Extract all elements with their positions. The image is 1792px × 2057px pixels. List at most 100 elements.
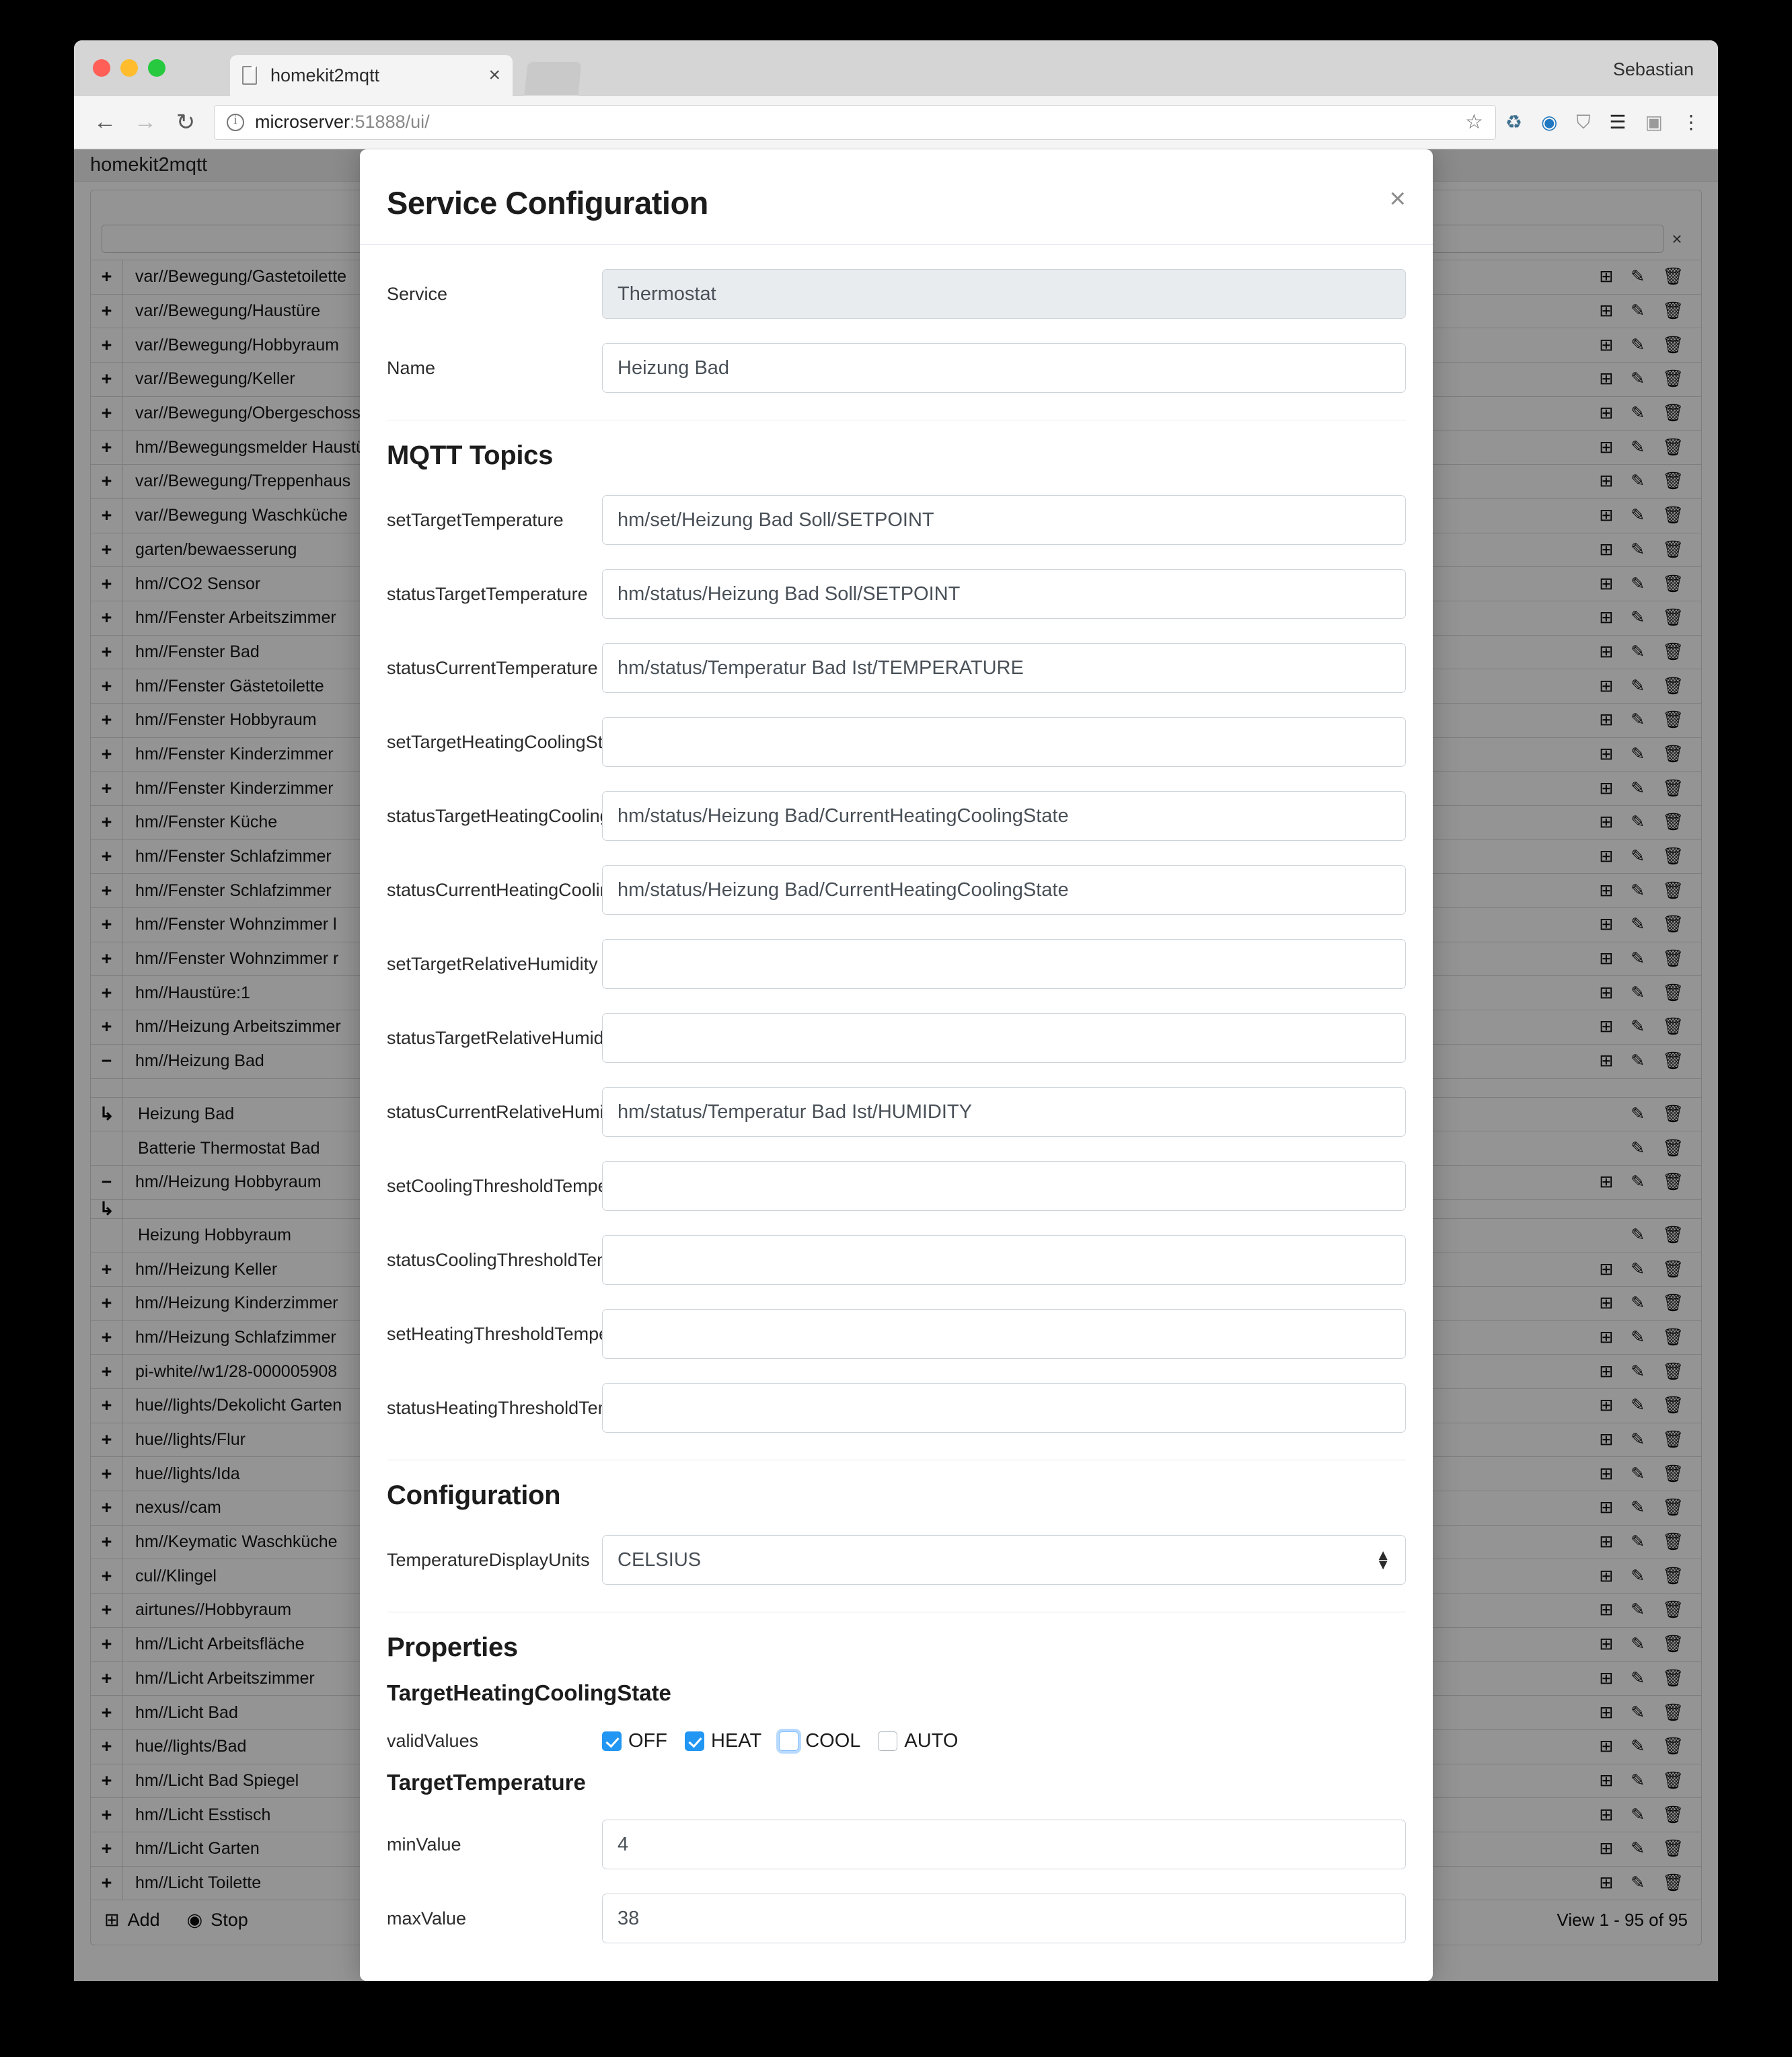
mqtt-topic-input[interactable]: [602, 791, 1406, 841]
mqtt-topic-input[interactable]: [602, 1161, 1406, 1211]
name-field-row: Name: [387, 343, 1406, 393]
mqtt-topic-label: statusTargetTemperature: [387, 583, 588, 604]
globe-icon[interactable]: ◉: [1541, 112, 1557, 132]
mqtt-topic-row: setTargetTemperature: [387, 495, 1406, 545]
modal-title: Service Configuration: [387, 185, 708, 221]
mqtt-topic-row: setCoolingThresholdTemperature: [387, 1161, 1406, 1211]
mqtt-topic-input[interactable]: [602, 717, 1406, 767]
site-info-icon[interactable]: [227, 113, 244, 131]
min-value-row: minValue: [387, 1820, 1406, 1869]
minimize-window-button[interactable]: [120, 59, 138, 77]
browser-window: homekit2mqtt × Sebastian ← → ↻ microserv…: [74, 40, 1718, 1981]
min-value-label: minValue: [387, 1834, 461, 1855]
mqtt-topic-label: setTargetTemperature: [387, 509, 564, 530]
checkbox-auto[interactable]: [878, 1731, 898, 1751]
mqtt-topic-row: statusHeatingThresholdTemperature: [387, 1383, 1406, 1433]
temperature-display-units-label: TemperatureDisplayUnits: [387, 1549, 590, 1570]
mqtt-topic-row: statusTargetHeatingCoolingState: [387, 791, 1406, 841]
mqtt-topic-label: setCoolingThresholdTemperature: [387, 1175, 656, 1196]
camera-icon[interactable]: ▣: [1645, 112, 1663, 132]
forward-icon[interactable]: →: [125, 102, 165, 143]
address-bar-url: microserver:51888/ui/: [255, 112, 430, 133]
shield-icon[interactable]: ⛉: [1576, 112, 1590, 132]
mqtt-topic-input[interactable]: [602, 1235, 1406, 1285]
service-label: Service: [387, 283, 448, 304]
checkbox-heat[interactable]: [685, 1731, 704, 1751]
url-host: microserver: [255, 112, 350, 132]
checkbox-label: COOL: [805, 1730, 861, 1752]
mqtt-topic-row: setHeatingThresholdTemperature: [387, 1309, 1406, 1359]
temperature-display-units-select[interactable]: CELSIUS ▲ ▼: [602, 1535, 1406, 1585]
profile-name[interactable]: Sebastian: [1613, 59, 1694, 80]
mqtt-topic-input[interactable]: [602, 1309, 1406, 1359]
new-tab-button[interactable]: [524, 62, 582, 96]
mqtt-topic-input[interactable]: [602, 865, 1406, 915]
mqtt-topic-row: setTargetHeatingCoolingState: [387, 717, 1406, 767]
address-bar[interactable]: microserver:51888/ui/ ☆: [214, 104, 1496, 140]
tab-title: homekit2mqtt: [270, 65, 380, 85]
recycle-icon[interactable]: ♻: [1505, 112, 1522, 132]
valid-values-checkbox-group: OFF HEAT COOL AUTO: [602, 1730, 1406, 1752]
mqtt-topic-label: setTargetHeatingCoolingState: [387, 731, 628, 752]
maximize-window-button[interactable]: [148, 59, 165, 77]
hamburger-menu-icon[interactable]: ☰: [1609, 112, 1626, 132]
chevron-updown-icon: ▲ ▼: [1376, 1546, 1390, 1573]
mqtt-topic-input[interactable]: [602, 1087, 1406, 1137]
mqtt-topic-row: statusCoolingThresholdTemperature: [387, 1235, 1406, 1285]
checkbox-cool[interactable]: [779, 1731, 799, 1751]
browser-menu-icon[interactable]: ⋮: [1682, 112, 1701, 132]
mqtt-topic-row: statusTargetRelativeHumidity: [387, 1013, 1406, 1063]
service-input: [602, 269, 1406, 319]
temperature-display-units-row: TemperatureDisplayUnits CELSIUS ▲ ▼: [387, 1535, 1406, 1585]
extension-icons: ♻ ◉ ⛉ ☰ ▣ ⋮: [1505, 112, 1718, 132]
url-path: :51888/ui/: [350, 112, 430, 132]
checkbox-off[interactable]: [602, 1731, 622, 1751]
mqtt-topic-input[interactable]: [602, 643, 1406, 693]
valid-value-item[interactable]: OFF: [602, 1730, 667, 1752]
back-icon[interactable]: ←: [85, 102, 125, 143]
browser-tab[interactable]: homekit2mqtt ×: [230, 55, 513, 96]
mqtt-topic-label: statusCoolingThresholdTemperature: [387, 1249, 680, 1270]
browser-toolbar: ← → ↻ microserver:51888/ui/ ☆ ♻ ◉ ⛉ ☰ ▣ …: [74, 96, 1718, 149]
close-icon[interactable]: ×: [1389, 184, 1406, 213]
mqtt-topic-input[interactable]: [602, 495, 1406, 545]
modal-body: Service Name MQTT Topics setTargetTemper…: [360, 269, 1433, 1970]
mqtt-topic-label: statusCurrentHeatingCoolingState: [387, 879, 663, 900]
mqtt-topic-input[interactable]: [602, 569, 1406, 619]
service-field-row: Service: [387, 269, 1406, 319]
mqtt-topic-input[interactable]: [602, 1383, 1406, 1433]
mqtt-topic-label: statusCurrentTemperature: [387, 657, 598, 678]
max-value-row: maxValue: [387, 1894, 1406, 1943]
mqtt-topic-input[interactable]: [602, 939, 1406, 989]
mqtt-topic-label: setHeatingThresholdTemperature: [387, 1323, 657, 1344]
temperature-display-units-value: CELSIUS: [618, 1548, 702, 1571]
configuration-heading: Configuration: [387, 1481, 561, 1510]
max-value-input[interactable]: [602, 1894, 1406, 1943]
mqtt-topics-list: setTargetTemperature statusTargetTemperat…: [387, 495, 1406, 1433]
mqtt-topic-input[interactable]: [602, 1013, 1406, 1063]
mqtt-topic-row: statusCurrentHeatingCoolingState: [387, 865, 1406, 915]
mqtt-topic-row: statusCurrentRelativeHumidity: [387, 1087, 1406, 1137]
valid-values-label: validValues: [387, 1731, 479, 1751]
reload-icon[interactable]: ↻: [165, 102, 206, 143]
checkbox-label: OFF: [628, 1730, 667, 1752]
close-window-button[interactable]: [93, 59, 110, 77]
mqtt-topics-heading: MQTT Topics: [387, 441, 554, 470]
close-tab-icon[interactable]: ×: [482, 65, 500, 85]
mqtt-topic-row: statusTargetTemperature: [387, 569, 1406, 619]
valid-value-item[interactable]: HEAT: [685, 1730, 761, 1752]
mqtt-topic-row: statusCurrentTemperature: [387, 643, 1406, 693]
mqtt-topic-label: statusTargetRelativeHumidity: [387, 1027, 622, 1048]
mqtt-topic-label: statusTargetHeatingCoolingState: [387, 805, 652, 826]
mqtt-topic-row: setTargetRelativeHumidity: [387, 939, 1406, 989]
name-input[interactable]: [602, 343, 1406, 393]
page-viewport: homekit2mqtt id × +var//Bewegung/Gasteto…: [74, 149, 1718, 1981]
max-value-label: maxValue: [387, 1908, 467, 1929]
valid-value-item[interactable]: AUTO: [878, 1730, 958, 1752]
valid-value-item[interactable]: COOL: [779, 1730, 860, 1752]
mqtt-topic-label: statusHeatingThresholdTemperature: [387, 1397, 681, 1418]
target-heating-cooling-state-heading: TargetHeatingCoolingState: [387, 1680, 671, 1705]
checkbox-label: HEAT: [711, 1730, 762, 1752]
bookmark-star-icon[interactable]: ☆: [1465, 110, 1483, 134]
min-value-input[interactable]: [602, 1820, 1406, 1869]
